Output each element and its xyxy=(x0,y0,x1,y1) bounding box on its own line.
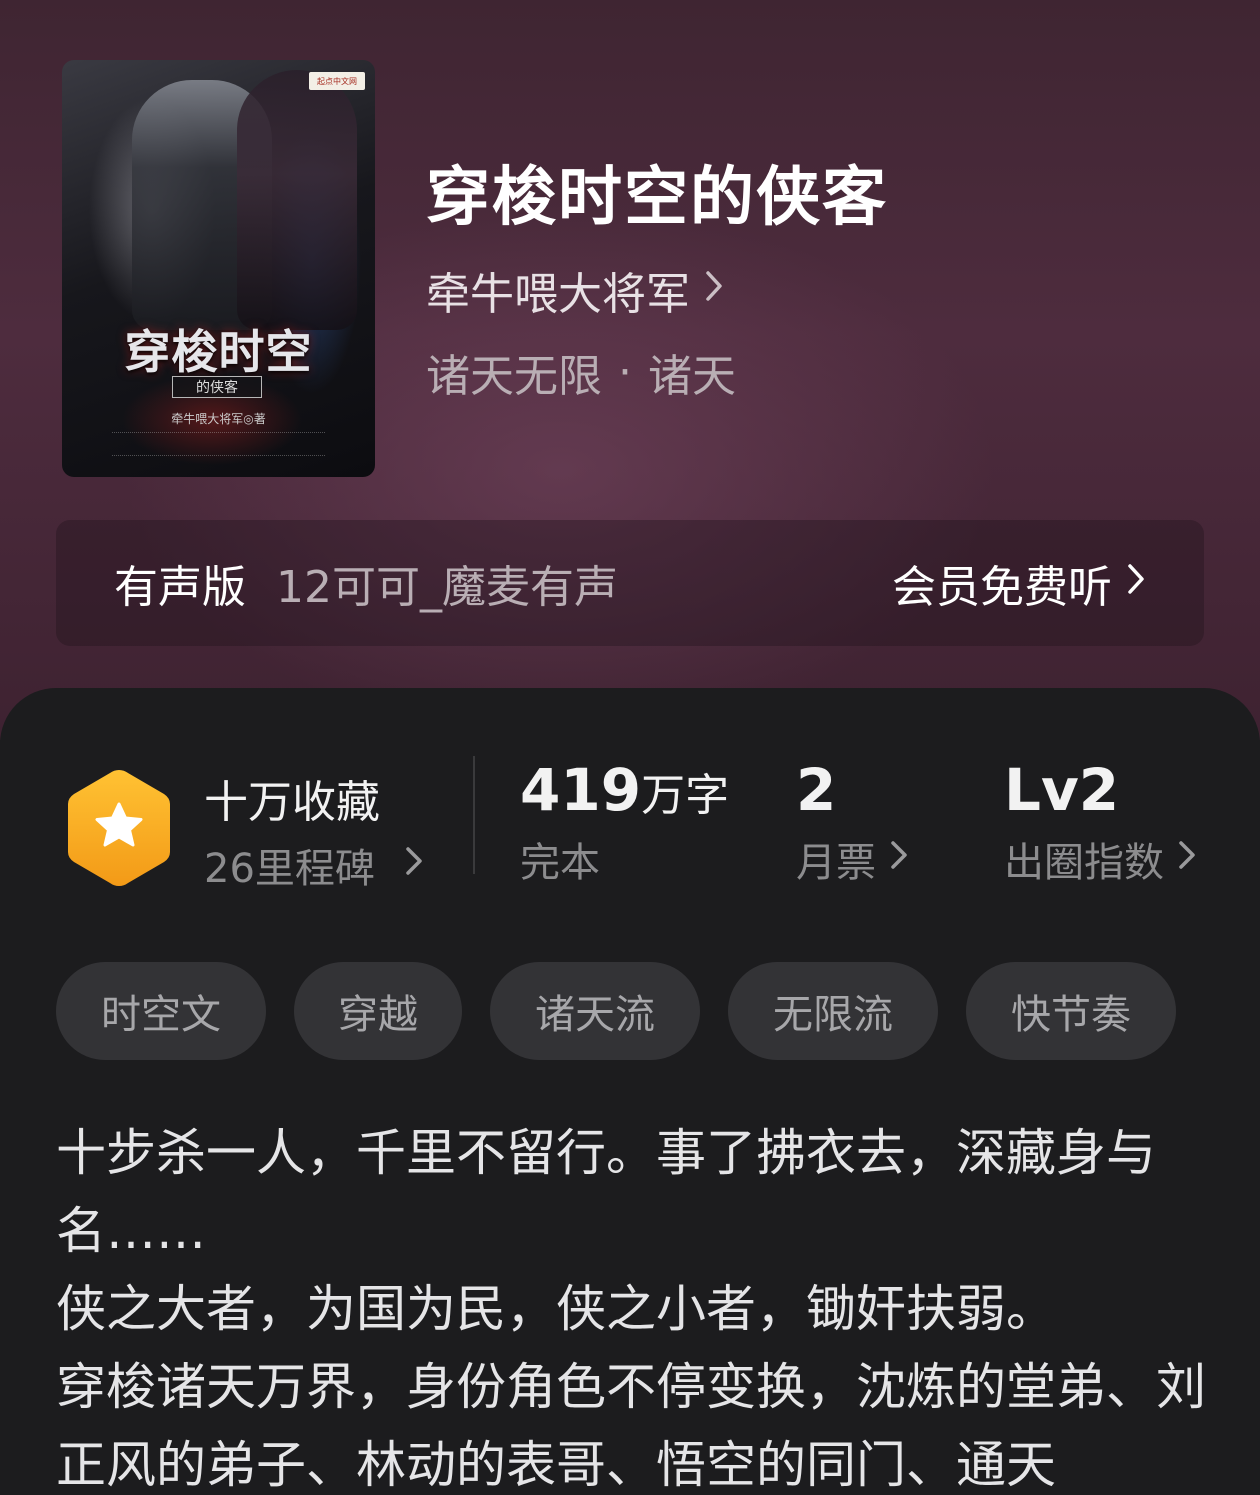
member-free-listen-button[interactable]: 会员免费听 xyxy=(892,551,1146,615)
word-count-stat: 419 万字 完本 xyxy=(520,756,729,888)
book-title: 穿梭时空的侠客 xyxy=(426,160,888,235)
stat-divider xyxy=(473,756,475,874)
tag-chip[interactable]: 诸天流 xyxy=(490,962,700,1060)
member-free-listen-label: 会员免费听 xyxy=(892,562,1112,613)
audiobook-label: 有声版 xyxy=(114,562,246,613)
chevron-right-icon xyxy=(1126,562,1146,605)
completion-status: 完本 xyxy=(520,840,600,886)
influence-level: Lv2 xyxy=(1004,756,1120,824)
tag-chip[interactable]: 快节奏 xyxy=(966,962,1176,1060)
author-name: 牵牛喂大将军 xyxy=(426,269,690,320)
tag-chip[interactable]: 时空文 xyxy=(56,962,266,1060)
cover-author: 牵牛喂大将军◎著 xyxy=(171,412,266,426)
word-count-number: 419 xyxy=(520,756,642,824)
cover-subtitle: 的侠客 xyxy=(172,376,262,398)
cover-blurb-lines xyxy=(112,432,325,456)
book-description[interactable]: 十步杀一人，千里不留行。事了拂衣去，深藏身与名…… 侠之大者，为国为民，侠之小者… xyxy=(56,1114,1216,1495)
genre-sub[interactable]: 诸天 xyxy=(648,340,736,404)
author-link[interactable]: 牵牛喂大将军 xyxy=(426,258,724,322)
genre-row: 诸天无限 · 诸天 xyxy=(426,340,736,404)
collection-subtitle: 26里程碑 xyxy=(204,846,375,892)
audiobook-narrator: 12可可_魔麦有声 xyxy=(276,562,618,613)
chevron-right-icon xyxy=(405,845,423,885)
chevron-right-icon xyxy=(704,269,724,312)
cover-figure-right xyxy=(237,70,357,330)
influence-index-label: 出圈指数 xyxy=(1004,840,1164,886)
chevron-right-icon xyxy=(1178,839,1196,879)
book-header: 起点中文网 穿梭时空 的侠客 牵牛喂大将军◎著 穿梭时空的侠客 牵牛喂大将军 诸… xyxy=(0,0,1260,740)
word-count-unit: 万字 xyxy=(641,770,730,821)
influence-index-row: 出圈指数 xyxy=(1004,830,1196,888)
audiobook-bar[interactable]: 有声版 12可可_魔麦有声 会员免费听 xyxy=(56,520,1204,646)
monthly-ticket-label: 月票 xyxy=(796,840,876,886)
collection-subtitle-row: 26里程碑 xyxy=(204,836,423,894)
cover-title: 穿梭时空 xyxy=(124,325,313,379)
monthly-ticket-row: 月票 xyxy=(796,830,908,888)
tag-list: 时空文 穿越 诸天流 无限流 快节奏 xyxy=(56,962,1204,1060)
monthly-ticket-number: 2 xyxy=(796,756,837,824)
genre-separator: · xyxy=(618,346,632,398)
influence-index-stat[interactable]: Lv2 出圈指数 xyxy=(1004,756,1196,888)
chevron-right-icon xyxy=(890,839,908,879)
monthly-ticket-stat[interactable]: 2 月票 xyxy=(796,756,908,888)
collection-stat[interactable]: 十万收藏 26里程碑 xyxy=(204,766,423,894)
publisher-logo: 起点中文网 xyxy=(309,72,365,90)
star-hexagon-icon xyxy=(68,770,170,886)
description-paragraph: 侠之大者，为国为民，侠之小者，锄奸扶弱。 xyxy=(56,1280,1056,1338)
collection-title: 十万收藏 xyxy=(204,777,380,828)
genre-main[interactable]: 诸天无限 xyxy=(426,340,602,404)
tag-chip[interactable]: 穿越 xyxy=(294,962,462,1060)
description-paragraph: 十步杀一人，千里不留行。事了拂衣去，深藏身与名…… xyxy=(56,1124,1156,1260)
description-paragraph: 穿梭诸天万界，身份角色不停变换，沈炼的堂弟、刘正风的弟子、林动的表哥、悟空的同门… xyxy=(56,1358,1206,1494)
book-cover[interactable]: 起点中文网 穿梭时空 的侠客 牵牛喂大将军◎著 xyxy=(62,60,375,477)
tag-chip[interactable]: 无限流 xyxy=(728,962,938,1060)
